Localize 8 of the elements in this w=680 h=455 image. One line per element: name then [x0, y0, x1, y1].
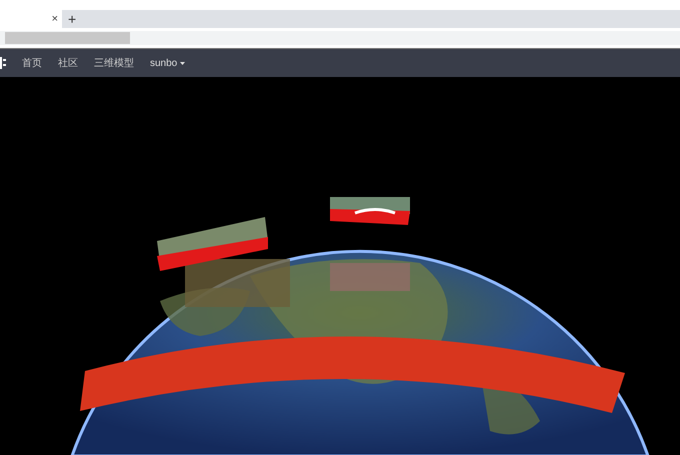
user-menu[interactable]: sunbo — [150, 58, 186, 68]
nav-link[interactable]: 首页 — [22, 56, 42, 70]
caret-icon — [180, 62, 186, 64]
tab-close-button[interactable]: × — [48, 10, 62, 28]
browser-tab[interactable]: × — [0, 10, 62, 28]
nav-link[interactable]: 社区 — [58, 56, 78, 70]
new-tab-button[interactable]: + — [62, 10, 82, 28]
nav-link[interactable]: 三维模型 — [94, 56, 134, 70]
